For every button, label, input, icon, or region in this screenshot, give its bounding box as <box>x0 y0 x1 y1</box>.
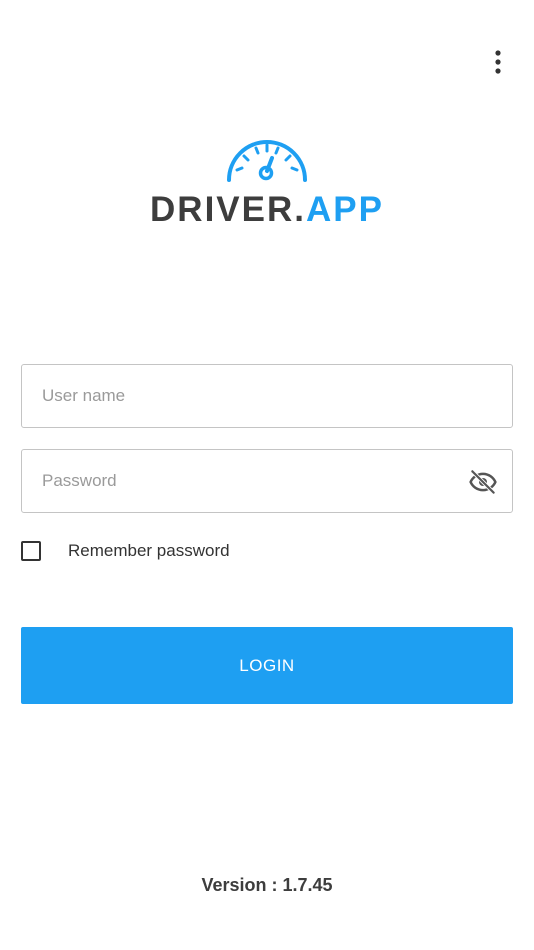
app-name-primary: DRIVER. <box>150 190 306 229</box>
login-button[interactable]: LOGIN <box>21 627 513 704</box>
app-name: DRIVER.APP <box>0 190 534 230</box>
more-options-button[interactable] <box>482 46 514 78</box>
speedometer-icon <box>227 140 307 182</box>
password-visibility-toggle[interactable] <box>468 467 498 497</box>
app-name-accent: APP <box>306 190 384 229</box>
username-field <box>21 364 513 428</box>
remember-password-checkbox[interactable] <box>21 541 41 561</box>
more-vert-icon <box>495 50 501 74</box>
login-button-label: LOGIN <box>239 655 295 675</box>
password-field <box>21 449 513 513</box>
remember-password-row: Remember password <box>21 537 230 565</box>
version-label: Version : 1.7.45 <box>201 875 333 895</box>
username-input[interactable] <box>42 365 462 427</box>
login-screen: DRIVER.APP Remember password LOGIN Versi… <box>0 0 534 950</box>
visibility-off-icon <box>469 469 497 495</box>
app-logo: DRIVER.APP <box>0 136 534 230</box>
remember-password-label[interactable]: Remember password <box>68 541 230 561</box>
password-input[interactable] <box>42 450 462 512</box>
